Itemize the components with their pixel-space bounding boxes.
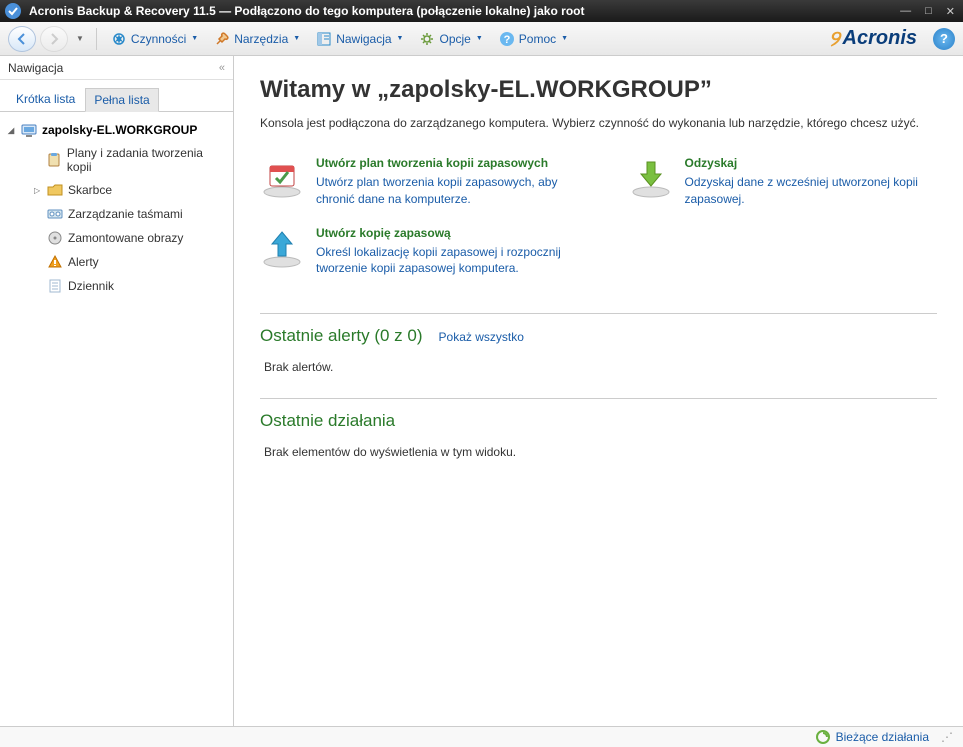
disk-icon (46, 230, 64, 246)
action-recover[interactable]: Odzyskaj Odzyskaj dane z wcześniej utwor… (629, 156, 938, 208)
tree-item-log[interactable]: Dziennik (28, 274, 231, 298)
alert-icon (46, 254, 64, 270)
navigation-sidebar: Nawigacja « Krótka lista Pełna lista ◢ z… (0, 56, 234, 726)
actions-icon (111, 31, 127, 47)
tree-item-vaults[interactable]: ▷ Skarbce (28, 178, 231, 202)
tree-item-label: Alerty (68, 255, 99, 269)
current-activities-link[interactable]: Bieżące działania (836, 730, 929, 744)
action-create-plan[interactable]: Utwórz plan tworzenia kopii zapasowych U… (260, 156, 569, 208)
window-title: Acronis Backup & Recovery 11.5 — Podłącz… (29, 4, 897, 18)
navigation-menu-label: Nawigacja (336, 32, 391, 46)
tree-item-label: Dziennik (68, 279, 114, 293)
nav-forward-button[interactable] (40, 26, 68, 52)
recover-down-icon (629, 156, 673, 200)
tools-icon (214, 31, 230, 47)
action-title[interactable]: Utwórz plan tworzenia kopii zapasowych (316, 156, 569, 170)
tools-menu[interactable]: Narzędzia ▼ (208, 27, 306, 51)
maximize-button[interactable]: □ (922, 5, 935, 18)
activities-empty-text: Brak elementów do wyświetlenia w tym wid… (260, 445, 937, 459)
minimize-button[interactable]: — (897, 5, 914, 18)
tree-root-label: zapolsky-EL.WORKGROUP (42, 123, 197, 137)
show-all-alerts-link[interactable]: Pokaż wszystko (439, 330, 524, 344)
tools-menu-label: Narzędzia (234, 32, 288, 46)
tree-item-tapes[interactable]: Zarządzanie taśmami (28, 202, 231, 226)
tab-full-list[interactable]: Pełna lista (85, 88, 158, 112)
log-icon (46, 278, 64, 294)
action-create-backup[interactable]: Utwórz kopię zapasową Określ lokalizację… (260, 226, 569, 278)
resize-grip-icon[interactable]: ⋰ (941, 730, 953, 744)
page-description: Konsola jest podłączona do zarządzanego … (260, 114, 937, 132)
backup-up-icon (260, 226, 304, 270)
action-desc[interactable]: Odzyskaj dane z wcześniej utworzonej kop… (685, 174, 938, 208)
section-alerts: Ostatnie alerty (0 z 0) Pokaż wszystko B… (260, 313, 937, 374)
main-toolbar: ▼ Czynności ▼ Narzędzia ▼ Nawigacja ▼ Op… (0, 22, 963, 56)
action-title[interactable]: Odzyskaj (685, 156, 938, 170)
clipboard-icon (46, 152, 63, 168)
brand-logo: ୨ Acronis (829, 26, 917, 52)
chevron-down-icon: ▼ (293, 35, 300, 42)
tree-item-plans[interactable]: Plany i zadania tworzenia kopii (28, 142, 231, 178)
chevron-down-icon: ▼ (561, 35, 568, 42)
alerts-empty-text: Brak alertów. (260, 360, 937, 374)
tree-root-machine[interactable]: ◢ zapolsky-EL.WORKGROUP (2, 118, 231, 142)
actions-menu-label: Czynności (131, 32, 186, 46)
chevron-down-icon: ▼ (397, 35, 404, 42)
svg-text:?: ? (503, 34, 510, 46)
navigation-icon (316, 31, 332, 47)
separator (96, 28, 97, 50)
sidebar-title: Nawigacja (8, 61, 219, 75)
tree-item-label: Zamontowane obrazy (68, 231, 183, 245)
main-content: Witamy w „zapolsky-EL.WORKGROUP” Konsola… (234, 56, 963, 726)
actions-menu[interactable]: Czynności ▼ (105, 27, 204, 51)
help-menu[interactable]: ? Pomoc ▼ (493, 27, 574, 51)
action-desc[interactable]: Utwórz plan tworzenia kopii zapasowych, … (316, 174, 569, 208)
tree-collapse-icon[interactable]: ◢ (8, 126, 20, 135)
close-button[interactable]: ✕ (943, 5, 958, 18)
tab-short-list[interactable]: Krótka lista (8, 88, 83, 111)
tree-expand-icon[interactable]: ▷ (34, 186, 46, 195)
section-title: Ostatnie działania (260, 411, 395, 431)
vault-icon (46, 182, 64, 198)
help-menu-label: Pomoc (519, 32, 556, 46)
navigation-tree: ◢ zapolsky-EL.WORKGROUP Plany i zadania … (0, 112, 233, 304)
computer-icon (20, 122, 38, 138)
nav-history-dropdown[interactable]: ▼ (76, 34, 84, 43)
chevron-down-icon: ▼ (191, 35, 198, 42)
options-menu-label: Opcje (439, 32, 470, 46)
context-help-button[interactable]: ? (933, 28, 955, 50)
brand-swoosh-icon: ୨ (829, 26, 840, 52)
tree-item-mounted[interactable]: Zamontowane obrazy (28, 226, 231, 250)
tree-item-label: Plany i zadania tworzenia kopii (67, 146, 225, 174)
action-desc[interactable]: Określ lokalizację kopii zapasowej i roz… (316, 244, 569, 278)
action-title[interactable]: Utwórz kopię zapasową (316, 226, 569, 240)
activity-status-icon (816, 730, 830, 744)
tree-item-alerts[interactable]: Alerty (28, 250, 231, 274)
section-title: Ostatnie alerty (0 z 0) (260, 326, 423, 346)
page-title: Witamy w „zapolsky-EL.WORKGROUP” (260, 76, 937, 104)
nav-back-button[interactable] (8, 26, 36, 52)
window-titlebar: Acronis Backup & Recovery 11.5 — Podłącz… (0, 0, 963, 22)
tape-icon (46, 206, 64, 222)
status-bar: Bieżące działania ⋰ (0, 726, 963, 747)
collapse-sidebar-button[interactable]: « (219, 62, 225, 74)
options-menu[interactable]: Opcje ▼ (413, 27, 488, 51)
app-icon (5, 3, 21, 19)
brand-name: Acronis (843, 27, 917, 50)
gear-icon (419, 31, 435, 47)
help-icon: ? (499, 31, 515, 47)
navigation-menu[interactable]: Nawigacja ▼ (310, 27, 409, 51)
tree-item-label: Skarbce (68, 183, 112, 197)
chevron-down-icon: ▼ (476, 35, 483, 42)
calendar-plan-icon (260, 156, 304, 200)
section-activities: Ostatnie działania Brak elementów do wyś… (260, 398, 937, 459)
tree-item-label: Zarządzanie taśmami (68, 207, 183, 221)
